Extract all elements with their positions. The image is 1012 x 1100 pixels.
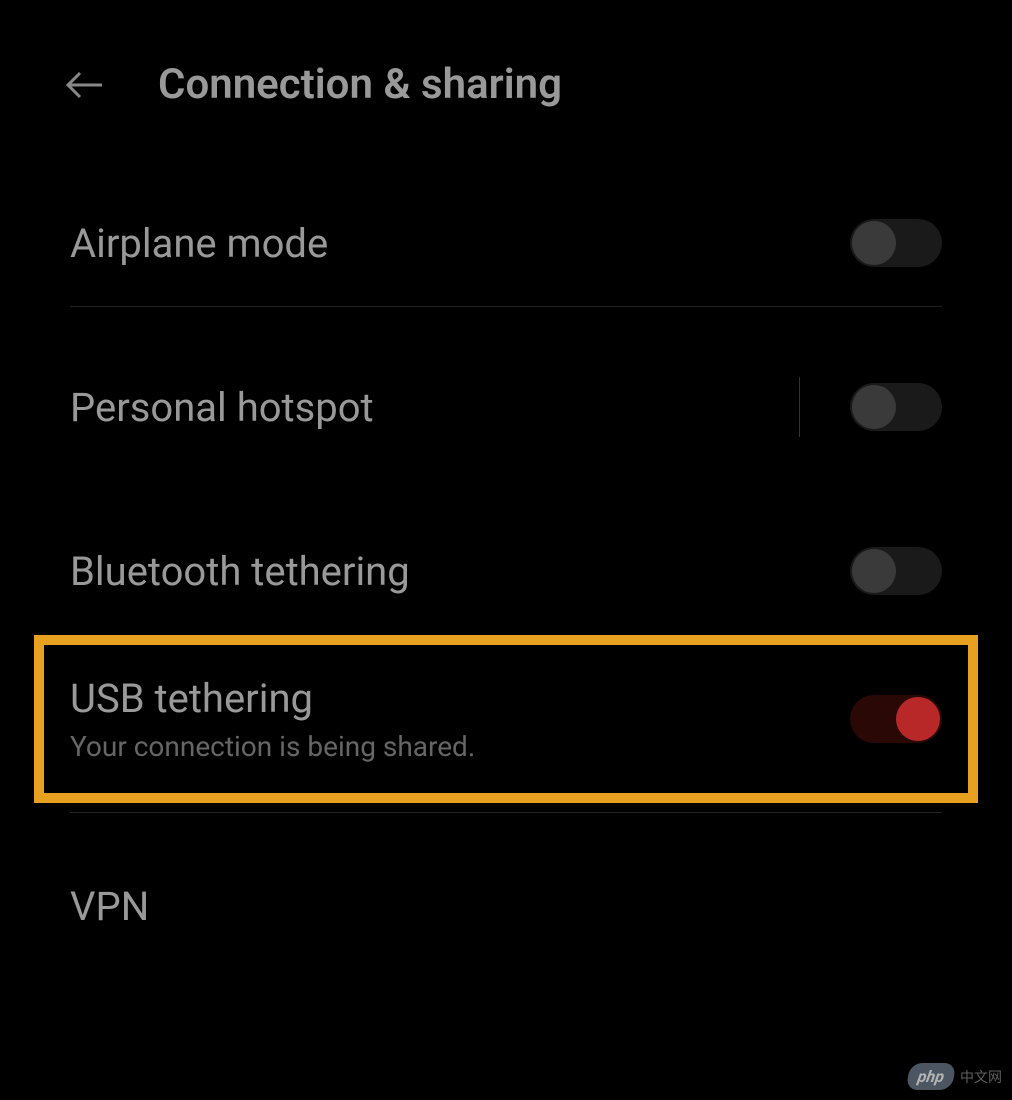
usb-tethering-toggle[interactable] — [850, 695, 942, 743]
setting-row-personal-hotspot[interactable]: Personal hotspot — [70, 337, 942, 477]
bluetooth-tethering-toggle[interactable] — [850, 547, 942, 595]
watermark-logo: php — [905, 1063, 956, 1090]
usb-tethering-highlight: USB tethering Your connection is being s… — [34, 635, 978, 803]
setting-row-airplane-mode[interactable]: Airplane mode — [70, 179, 942, 307]
watermark-text: 中文网 — [960, 1067, 1002, 1087]
airplane-mode-toggle[interactable] — [850, 219, 942, 267]
watermark: php 中文网 — [908, 1063, 1002, 1090]
setting-row-vpn[interactable]: VPN — [70, 843, 942, 970]
back-icon[interactable] — [60, 61, 108, 109]
toggle-knob-icon — [852, 549, 896, 593]
personal-hotspot-label: Personal hotspot — [70, 384, 799, 431]
toggle-knob-icon — [852, 385, 896, 429]
usb-tethering-subtitle: Your connection is being shared. — [70, 730, 850, 763]
usb-tethering-label: USB tethering — [70, 675, 850, 722]
bluetooth-tethering-label: Bluetooth tethering — [70, 548, 850, 595]
toggle-knob-icon — [896, 697, 940, 741]
page-title: Connection & sharing — [158, 60, 562, 109]
vertical-divider — [799, 377, 800, 437]
vpn-label: VPN — [70, 883, 942, 930]
header: Connection & sharing — [0, 0, 1012, 149]
setting-row-bluetooth-tethering[interactable]: Bluetooth tethering — [70, 507, 942, 635]
personal-hotspot-toggle[interactable] — [850, 383, 942, 431]
settings-list: Airplane mode Personal hotspot Bluetooth… — [0, 149, 1012, 970]
toggle-knob-icon — [852, 221, 896, 265]
divider — [70, 803, 942, 813]
airplane-mode-label: Airplane mode — [70, 220, 850, 267]
